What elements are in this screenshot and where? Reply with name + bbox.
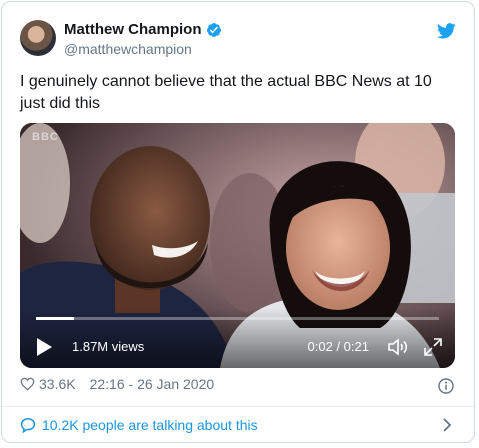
play-icon[interactable] [34, 337, 54, 357]
bbc-watermark: BBC [32, 131, 59, 143]
video-time: 0:02 / 0:21 [307, 339, 369, 354]
author-handle[interactable]: @matthewchampion [64, 41, 192, 57]
progress-fill [36, 317, 75, 320]
tweet-text: I genuinely cannot believe that the actu… [20, 73, 432, 112]
verified-badge-icon [206, 22, 221, 37]
video-controls: 1.87M views 0:02 / 0:21 [20, 308, 455, 368]
author-name-row: Matthew Champion [64, 21, 222, 38]
timestamp[interactable]: 22:16 - 26 Jan 2020 [90, 376, 215, 392]
chevron-right-icon[interactable] [442, 418, 452, 432]
tweet-meta: 33.6K 22:16 - 26 Jan 2020 [20, 376, 214, 392]
avatar[interactable] [20, 20, 56, 56]
author-display-name[interactable]: Matthew Champion [64, 21, 202, 38]
view-count: 1.87M views [72, 339, 145, 354]
info-icon[interactable] [438, 378, 454, 394]
heart-icon[interactable] [20, 377, 35, 391]
like-count[interactable]: 33.6K [39, 376, 76, 392]
progress-bar[interactable] [36, 317, 439, 320]
volume-icon[interactable] [387, 337, 409, 357]
conversation-label: 10.2K people are talking about this [42, 417, 258, 433]
fullscreen-icon[interactable] [423, 337, 443, 357]
video-player[interactable]: BBC 1.87M views 0:02 / 0:21 [20, 123, 455, 368]
speech-bubble-icon [20, 418, 36, 433]
conversation-link[interactable]: 10.2K people are talking about this [20, 417, 258, 433]
tweet-card: Matthew Champion @matthewchampion I genu… [1, 1, 475, 443]
twitter-bird-icon[interactable] [437, 23, 456, 39]
divider [2, 406, 474, 407]
